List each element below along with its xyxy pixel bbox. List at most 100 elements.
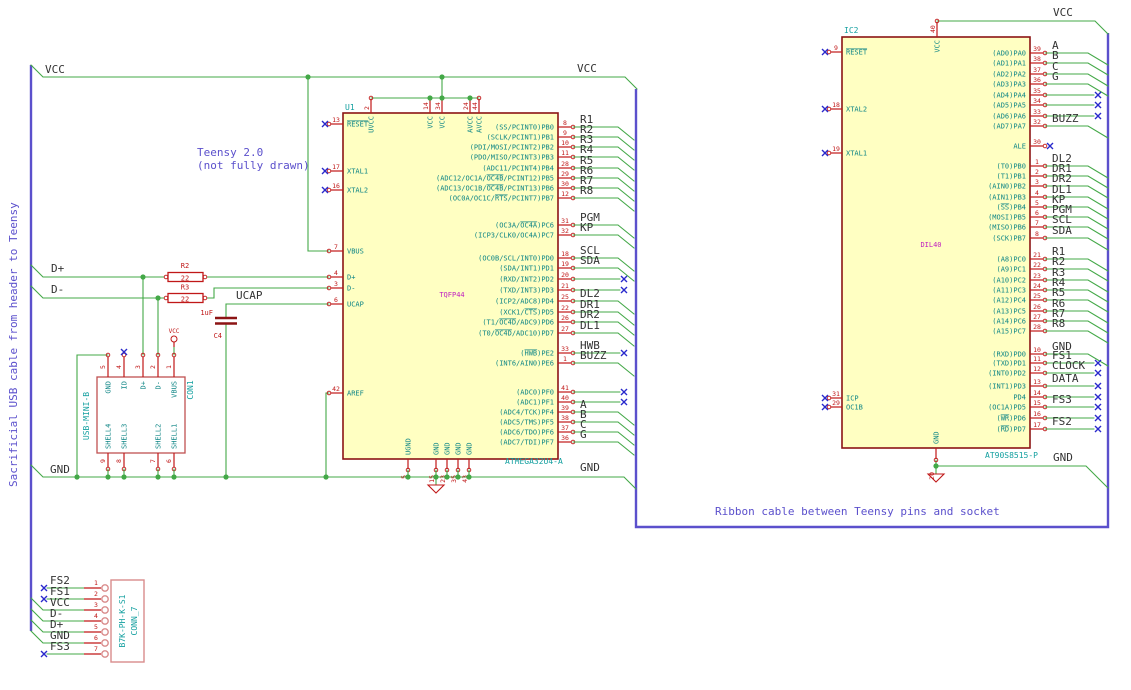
con1-value[interactable]: USB-MINI-B — [82, 392, 91, 440]
junction-dot — [427, 95, 433, 101]
pin-number: 3 — [134, 365, 142, 369]
pin-end — [202, 274, 208, 280]
no-connect-icon — [1094, 393, 1102, 401]
wire[interactable] — [206, 287, 330, 299]
net-label-vcc-u1[interactable]: VCC — [577, 62, 597, 75]
conn7-value[interactable]: B7K-PH-K-S1 — [118, 594, 127, 647]
wire[interactable] — [572, 197, 635, 212]
pin-name: ICP — [846, 395, 859, 403]
net-label-g[interactable]: G — [1052, 70, 1059, 83]
conn7-reference[interactable]: CONN_7 — [130, 606, 139, 635]
wire[interactable] — [936, 20, 1109, 35]
wire[interactable] — [307, 76, 330, 252]
net-label-g[interactable]: G — [580, 428, 587, 441]
pin-number: 2 — [94, 590, 98, 598]
net-label-vcc-left[interactable]: VCC — [45, 63, 65, 76]
c4-reference[interactable]: C4 — [214, 332, 222, 340]
net-label-fs3[interactable]: FS3 — [50, 640, 70, 653]
pin-number: 4 — [334, 269, 338, 277]
pin-name: SHELL1 — [171, 424, 179, 449]
ic2-footprint[interactable]: DIL40 — [920, 241, 941, 249]
net-label-dplus[interactable]: D+ — [51, 262, 65, 275]
pin-name: (INT1)PD3 — [988, 383, 1026, 391]
pin-number: 1 — [165, 365, 173, 369]
pin-number: 24 — [1033, 282, 1041, 290]
pin-number: 2 — [149, 365, 157, 369]
r3-reference[interactable]: R3 — [181, 284, 189, 292]
net-label-gnd-left[interactable]: GND — [50, 463, 70, 476]
pin-number: 14 — [1033, 389, 1041, 397]
wire[interactable] — [225, 303, 330, 319]
usb-cable-note: Sacrificial USB cable from header to Tee… — [7, 202, 20, 487]
wire[interactable] — [572, 441, 635, 456]
r2-value[interactable]: 22 — [181, 275, 189, 283]
wire[interactable] — [1044, 125, 1109, 139]
u1-value[interactable]: ATMEGA32U4-A — [505, 457, 563, 466]
net-label-data[interactable]: DATA — [1052, 372, 1079, 385]
net-label-kp[interactable]: KP — [580, 221, 594, 234]
pin-number: 17 — [1033, 421, 1041, 429]
net-label-gnd-u1[interactable]: GND — [580, 461, 600, 474]
wire[interactable] — [572, 362, 635, 377]
pin-number: 5 — [94, 623, 98, 631]
pin-number: 26 — [561, 314, 569, 322]
vcc-power-symbol[interactable] — [170, 335, 178, 343]
pin-number: 34 — [1033, 97, 1041, 105]
net-label-vcc-ic2[interactable]: VCC — [1053, 6, 1073, 19]
pin-number: 19 — [832, 145, 840, 153]
wire[interactable] — [325, 392, 330, 478]
u1-footprint[interactable]: TQFP44 — [439, 291, 464, 299]
pin-number: 10 — [561, 139, 569, 147]
r2-reference[interactable]: R2 — [181, 262, 189, 270]
net-label-ucap[interactable]: UCAP — [236, 289, 263, 302]
ic2-reference[interactable]: IC2 — [844, 26, 859, 35]
pin-name: (OC1A)PD5 — [988, 404, 1026, 412]
pin-number: 12 — [561, 190, 569, 198]
pin-name: (SS)PB4 — [996, 204, 1026, 212]
pin-number: 35 — [1033, 87, 1041, 95]
net-label-clock[interactable]: CLOCK — [1052, 359, 1085, 372]
pin-number: 28 — [1033, 323, 1041, 331]
pin-name: (RXD)PD0 — [992, 351, 1026, 359]
net-label-dl1[interactable]: DL1 — [580, 319, 600, 332]
wire[interactable] — [935, 465, 1109, 489]
ground-symbol[interactable] — [426, 484, 446, 494]
pin-name: SHELL4 — [105, 424, 113, 449]
ic2-value[interactable]: AT90S8515-P — [985, 451, 1038, 460]
u1-reference[interactable]: U1 — [345, 103, 355, 112]
pin-number: 4 — [115, 365, 123, 369]
r3-value[interactable]: 22 — [181, 296, 189, 304]
net-label-r8[interactable]: R8 — [1052, 317, 1065, 330]
net-label-r8[interactable]: R8 — [580, 184, 593, 197]
con1-reference[interactable]: CON1 — [186, 380, 195, 399]
pin-name: (XCK1/CTS)PD5 — [499, 309, 554, 317]
c4-value[interactable]: 1uF — [200, 309, 213, 317]
conn7-body[interactable] — [110, 579, 145, 663]
net-label-fs3[interactable]: FS3 — [1052, 393, 1072, 406]
net-label-dminus[interactable]: D- — [51, 283, 64, 296]
net-label-sda[interactable]: SDA — [1052, 224, 1072, 237]
junction-dot — [74, 474, 80, 480]
no-connect-icon — [40, 650, 48, 658]
pin-name: (T1/OC4D/ADC9)PD6 — [482, 319, 554, 327]
pin-number: 20 — [561, 271, 569, 279]
schematic-canvas[interactable]: 8(SS/PCINT0)PB0R19(SCLK/PCINT1)PB1R210(P… — [0, 0, 1131, 690]
pin-number: 26 — [1033, 303, 1041, 311]
wire[interactable] — [30, 64, 638, 90]
pin-number: 11 — [1033, 355, 1041, 363]
no-connect-icon — [620, 349, 628, 357]
net-label-buzz[interactable]: BUZZ — [1052, 112, 1079, 125]
net-label-sda[interactable]: SDA — [580, 254, 600, 267]
pin-number: 6 — [165, 459, 173, 463]
junction-dot — [155, 474, 161, 480]
junction-dot — [439, 95, 445, 101]
net-label-fs2[interactable]: FS2 — [1052, 415, 1072, 428]
pin-name: GND — [455, 442, 463, 455]
net-label-gnd-ic2[interactable]: GND — [1053, 451, 1073, 464]
pin-number: 32 — [561, 227, 569, 235]
pin-number: 15 — [1033, 399, 1041, 407]
pin-name: (MISO)PB6 — [988, 224, 1026, 232]
net-label-buzz[interactable]: BUZZ — [580, 349, 607, 362]
pin-end — [202, 295, 208, 301]
pin-name: (OC3A/OC4A)PC6 — [495, 222, 554, 230]
